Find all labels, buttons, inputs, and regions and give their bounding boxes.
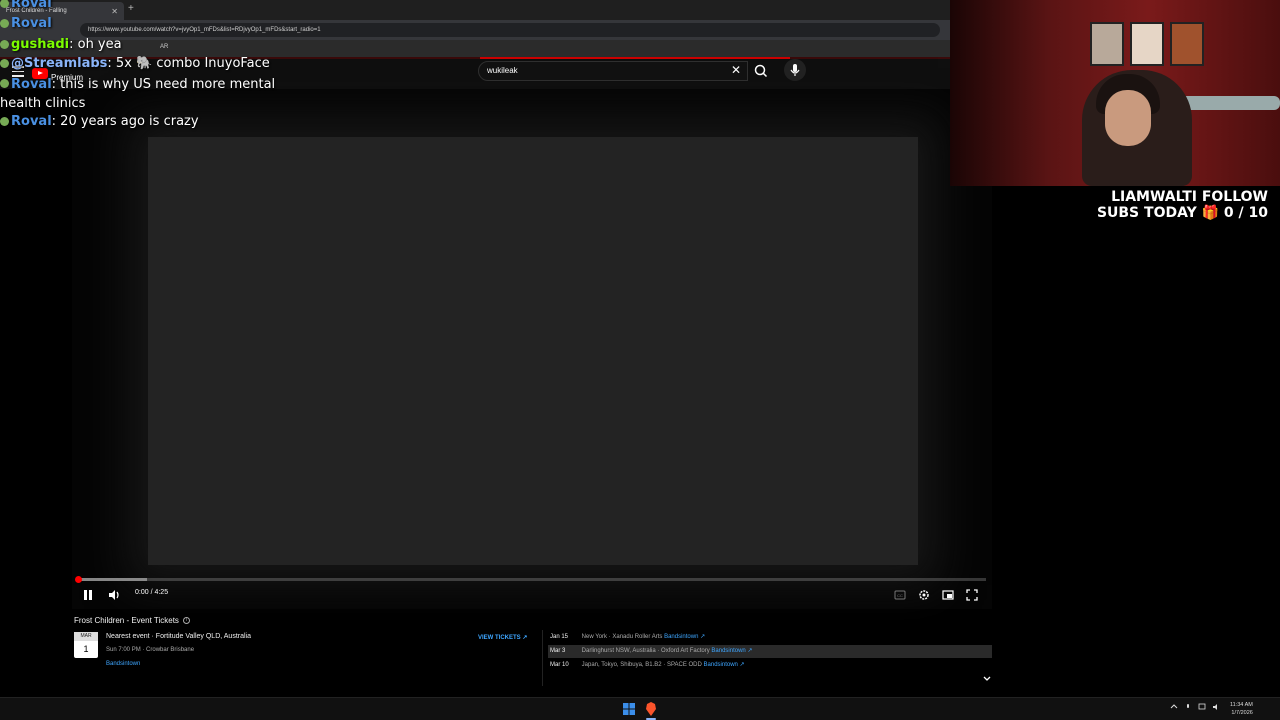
brave-browser-icon[interactable] <box>645 702 657 716</box>
chat-text: oh yea <box>77 37 122 52</box>
event-row[interactable]: Jan 15 New York · Xanadu Roller Arts Ban… <box>548 631 992 644</box>
event-venue: New York · Xanadu Roller Arts <box>581 634 663 640</box>
microphone-icon[interactable] <box>784 59 806 81</box>
chat-username: Roval <box>11 16 52 31</box>
video-player[interactable]: 0:00 / 4:25 CC <box>72 89 992 609</box>
nearest-event-title: Nearest event · Fortitude Valley QLD, Au… <box>106 633 251 640</box>
chat-username: Roval <box>11 0 52 11</box>
chat-message: Roval <box>0 16 52 31</box>
event-row[interactable]: Mar 3 Darlinghurst NSW, Australia · Oxfo… <box>548 645 992 658</box>
chat-message: Roval: this is why US need more mental h… <box>0 77 276 111</box>
video-progress-bar[interactable] <box>75 576 986 583</box>
webcam-feed <box>950 0 1280 186</box>
volume-tray-icon[interactable] <box>1212 703 1220 711</box>
view-tickets-link[interactable]: VIEW TICKETS ↗ <box>478 634 527 641</box>
chat-badge-icon <box>0 79 9 88</box>
calendar-day: 1 <box>83 644 89 654</box>
clear-search-icon[interactable]: ✕ <box>731 63 741 77</box>
miniplayer-icon[interactable] <box>941 588 955 602</box>
chat-badge-icon <box>0 0 9 8</box>
video-buffer-bar <box>78 578 147 581</box>
video-frame[interactable] <box>148 137 918 565</box>
wall-art-frame <box>1170 22 1204 66</box>
event-link[interactable]: Bandsintown ↗ <box>664 634 705 640</box>
chat-message: gushadi: oh yea <box>0 37 122 52</box>
streamer-face <box>1105 90 1151 146</box>
chat-message: @Streamlabs: 5x 🐘 combo InuyoFace <box>0 56 270 71</box>
chat-badge-icon <box>0 59 9 68</box>
pause-icon[interactable] <box>81 588 95 602</box>
chat-message: Roval: 20 years ago is crazy <box>0 114 199 129</box>
taskbar-clock[interactable]: 11:34 AM 1/7/2026 <box>1230 701 1253 717</box>
video-scrubber-handle[interactable] <box>75 576 82 583</box>
chat-badge-icon <box>0 19 9 28</box>
windows-taskbar: 11:34 AM 1/7/2026 <box>0 697 1280 720</box>
settings-gear-icon[interactable] <box>917 588 931 602</box>
chevron-up-icon[interactable] <box>1170 703 1178 711</box>
follow-goal-overlay: LIAMWALTI FOLLOW SUBS TODAY 🎁 0 / 10 <box>1060 189 1268 221</box>
event-tickets-title: Frost Children - Event Tickets <box>74 616 179 625</box>
nearest-event-link[interactable]: Bandsintown <box>106 661 140 667</box>
event-tickets-title-row: Frost Children - Event Tickets i <box>74 616 190 625</box>
clock-date: 1/7/2026 <box>1231 710 1253 716</box>
events-divider <box>542 630 543 686</box>
follow-goal-line2: SUBS TODAY 🎁 0 / 10 <box>1096 205 1268 221</box>
calendar-month: MAR <box>74 632 98 641</box>
windows-start-icon[interactable] <box>623 703 635 715</box>
chat-username: Roval <box>11 114 52 129</box>
time-display: 0:00 / 4:25 <box>135 589 169 596</box>
event-row[interactable]: Mar 10 Japan, Tokyo, Shibuya, B1.B2 · SP… <box>548 659 992 672</box>
event-venue: Darlinghurst NSW, Australia · Oxford Art… <box>581 648 710 654</box>
calendar-date-badge: MAR 1 <box>74 632 98 658</box>
event-tickets-panel: Frost Children - Event Tickets i MAR 1 N… <box>72 612 992 692</box>
chevron-down-icon[interactable] <box>982 674 992 684</box>
event-date: Jan 15 <box>550 634 569 640</box>
chat-text: 20 years ago is crazy <box>60 114 199 129</box>
follow-goal-line1: LIAMWALTI FOLLOW <box>1111 189 1268 205</box>
fullscreen-icon[interactable] <box>965 588 979 602</box>
wall-art-frame <box>1130 22 1164 66</box>
chat-text: 5x 🐘 combo InuyoFace <box>115 56 270 71</box>
info-icon[interactable]: i <box>182 617 190 624</box>
volume-icon[interactable] <box>107 588 121 602</box>
event-link[interactable]: Bandsintown ↗ <box>704 662 745 668</box>
system-tray <box>1170 703 1220 711</box>
chat-badge-icon <box>0 40 9 49</box>
svg-text:CC: CC <box>897 593 903 598</box>
clock-time: 11:34 AM <box>1230 702 1253 708</box>
nearest-event-time: Sun 7:00 PM · Crowbar Brisbane <box>106 647 195 653</box>
event-link[interactable]: Bandsintown ↗ <box>711 648 752 654</box>
player-controls: 0:00 / 4:25 CC <box>72 584 992 606</box>
chat-username: @Streamlabs <box>11 56 108 71</box>
stream-chat-overlay: Roval Roval gushadi: oh yea @Streamlabs:… <box>0 0 330 140</box>
event-date: Mar 3 <box>550 648 566 654</box>
chat-username: Roval <box>11 77 52 92</box>
event-date: Mar 10 <box>550 662 569 668</box>
microphone-tray-icon[interactable] <box>1184 703 1192 711</box>
chat-badge-icon <box>0 117 9 126</box>
chat-message: Roval <box>0 0 52 11</box>
wall-art-frame <box>1090 22 1124 66</box>
network-icon[interactable] <box>1198 703 1206 711</box>
chat-username: gushadi <box>11 37 70 52</box>
captions-icon[interactable]: CC <box>893 588 907 602</box>
event-venue: Japan, Tokyo, Shibuya, B1.B2 · SPACE ODD <box>581 662 702 668</box>
search-icon[interactable] <box>750 61 772 81</box>
search-input[interactable]: wukileak <box>478 61 748 81</box>
